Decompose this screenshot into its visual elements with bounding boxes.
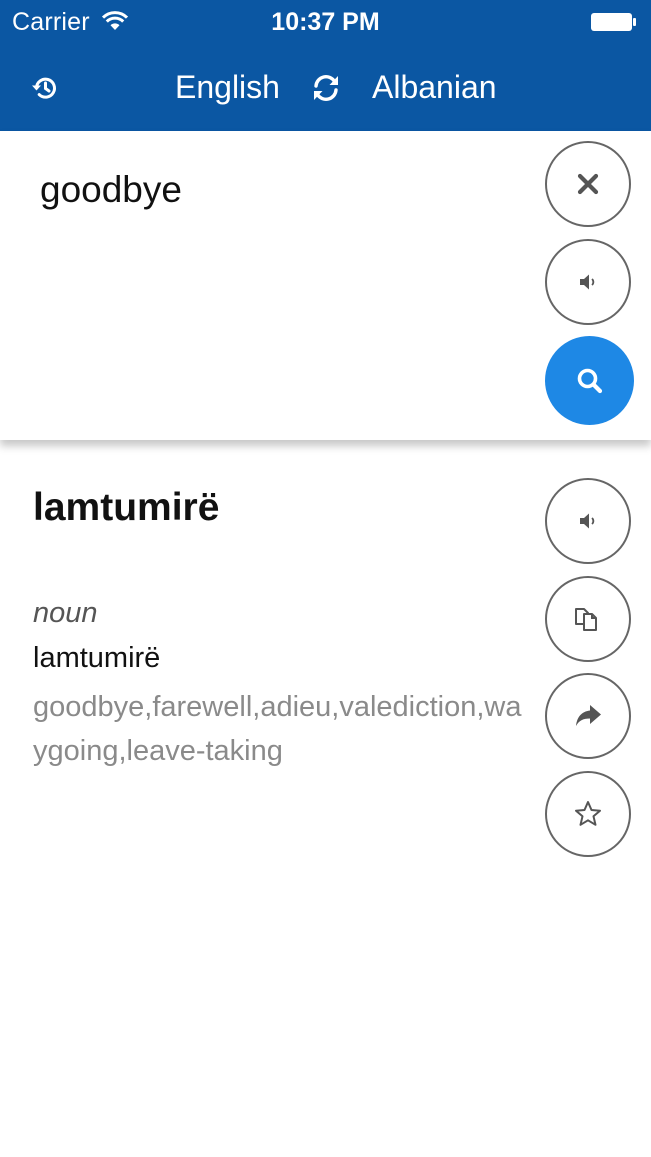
- status-bar: Carrier 10:37 PM: [0, 0, 651, 44]
- part-of-speech: noun: [33, 597, 98, 629]
- clear-button[interactable]: [545, 141, 631, 227]
- translated-word: lamtumirë: [33, 486, 220, 529]
- search-button[interactable]: [545, 336, 634, 425]
- battery-icon: [591, 13, 636, 31]
- history-button[interactable]: [27, 70, 63, 106]
- source-text-input[interactable]: goodbye: [40, 169, 182, 211]
- synonyms-list: goodbye,farewell,adieu,valediction,waygo…: [33, 691, 522, 767]
- speaker-icon: [580, 274, 595, 290]
- favorite-button[interactable]: [545, 771, 631, 857]
- speak-translation-button[interactable]: [545, 478, 631, 564]
- copy-button[interactable]: [545, 576, 631, 662]
- star-icon: [575, 801, 601, 826]
- close-icon: [577, 173, 599, 195]
- input-panel: goodbye: [0, 131, 651, 440]
- status-time: 10:37 PM: [271, 8, 380, 36]
- result-panel: lamtumirë noun lamtumirë goodbye,farewel…: [0, 440, 651, 1157]
- app-header: Carrier 10:37 PM English Albanian: [0, 0, 651, 131]
- source-language-selector[interactable]: English: [175, 69, 280, 106]
- swap-refresh-icon: [314, 75, 338, 101]
- copy-icon: [575, 608, 597, 631]
- share-icon: [576, 705, 601, 726]
- main-translation: lamtumirë: [33, 642, 161, 674]
- target-language-selector[interactable]: Albanian: [372, 69, 497, 106]
- speak-source-button[interactable]: [545, 239, 631, 325]
- navigation-bar: English Albanian: [0, 44, 651, 131]
- history-icon: [32, 77, 56, 99]
- search-icon: [577, 368, 602, 393]
- swap-languages-button[interactable]: [306, 70, 346, 106]
- speaker-icon: [580, 513, 595, 529]
- share-button[interactable]: [545, 673, 631, 759]
